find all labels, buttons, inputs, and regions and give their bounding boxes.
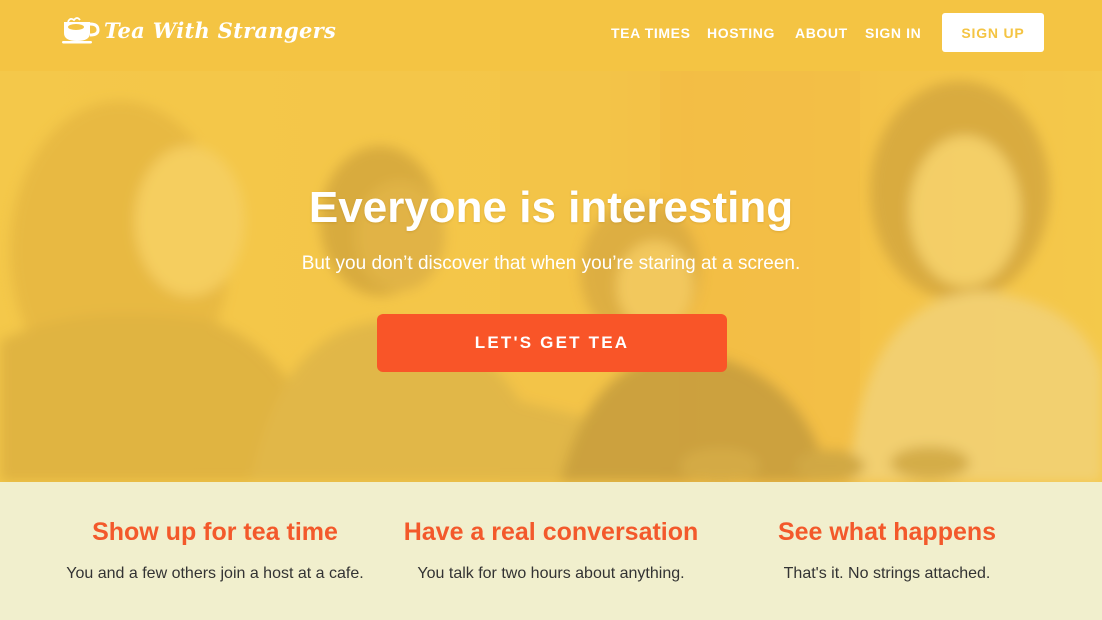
teacup-icon — [62, 17, 100, 44]
feature-description: You talk for two hours about anything. — [417, 565, 685, 582]
features-section: Show up for tea time You and a few other… — [0, 482, 1102, 620]
lets-get-tea-button[interactable]: LET'S GET TEA — [377, 314, 727, 372]
nav-about[interactable]: ABOUT — [795, 25, 848, 41]
feature-description: That's it. No strings attached. — [783, 565, 991, 582]
nav-hosting[interactable]: HOSTING — [707, 25, 775, 41]
hero-tint-overlay — [0, 71, 1102, 482]
feature-title: See what happens — [777, 518, 997, 546]
feature-title: Show up for tea time — [92, 518, 338, 546]
nav-tea-times[interactable]: TEA TIMES — [611, 25, 691, 41]
sign-up-button[interactable]: SIGN UP — [942, 13, 1044, 52]
logo-link[interactable]: Tea With Strangers — [60, 15, 336, 45]
hero-title: Everyone is interesting — [308, 183, 794, 232]
site-header: Tea With Strangers TEA TIMES HOSTING ABO… — [0, 0, 1102, 71]
logo-text: Tea With Strangers — [104, 17, 337, 43]
hero-section: Everyone is interesting But you don’t di… — [0, 71, 1102, 482]
nav-sign-in[interactable]: SIGN IN — [865, 25, 921, 41]
feature-title: Have a real conversation — [403, 518, 699, 546]
hero-subtitle: But you don’t discover that when you’re … — [301, 253, 801, 274]
feature-description: You and a few others join a host at a ca… — [66, 565, 364, 582]
